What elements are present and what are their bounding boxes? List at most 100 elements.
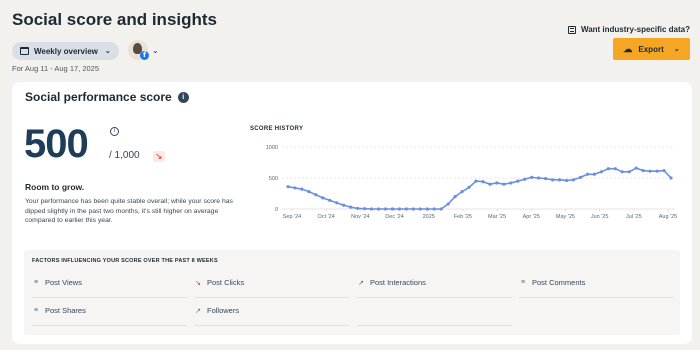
data-point <box>356 206 360 210</box>
data-point <box>537 176 541 180</box>
period-dropdown[interactable]: Weekly overview ⌄ <box>12 42 119 60</box>
data-point <box>321 196 325 200</box>
trend-up-icon: ↗ <box>195 307 201 315</box>
date-range: For Aug 11 - Aug 17, 2025 <box>12 64 100 73</box>
data-point <box>342 203 346 207</box>
data-point <box>648 169 652 173</box>
data-point <box>571 178 576 182</box>
export-label: Export <box>638 44 664 54</box>
x-tick-label: Oct '24 <box>318 214 335 220</box>
calendar-icon <box>20 47 29 55</box>
data-point <box>495 181 499 185</box>
divider <box>357 325 512 326</box>
divider <box>519 297 674 298</box>
equal-icon: ≡ <box>33 307 39 314</box>
profile-selector[interactable]: f ⌄ <box>128 40 159 60</box>
factor-post-shares: ≡ Post Shares <box>32 306 86 315</box>
score-value: 500 <box>24 122 89 166</box>
data-point <box>369 207 374 211</box>
equal-icon: ≡ <box>520 279 526 286</box>
factor-label: Followers <box>207 306 240 315</box>
data-point <box>411 207 415 211</box>
chevron-down-icon: ⌄ <box>104 48 111 55</box>
data-point <box>404 207 408 211</box>
data-point <box>544 177 548 181</box>
y-tick-label: 500 <box>269 176 278 182</box>
divider <box>194 325 349 326</box>
data-point <box>662 168 666 173</box>
data-point <box>585 172 590 176</box>
card-title-text: Social performance score <box>25 90 172 104</box>
x-tick-label: Mar '25 <box>488 214 506 220</box>
data-point <box>460 190 464 194</box>
data-point <box>446 202 450 206</box>
factors-panel: FACTORS INFLUENCING YOUR SCORE OVER THE … <box>24 250 680 335</box>
data-point <box>669 176 673 180</box>
data-point <box>627 170 631 174</box>
data-point <box>328 198 332 202</box>
chart-title: SCORE HISTORY <box>250 126 304 132</box>
facebook-icon: f <box>140 51 149 60</box>
score-line <box>287 167 672 210</box>
data-point <box>557 178 562 182</box>
chevron-down-icon: ⌄ <box>152 45 159 55</box>
score-info-icon[interactable]: i <box>110 127 119 136</box>
data-point <box>453 195 457 199</box>
data-point <box>425 207 429 211</box>
data-point <box>530 175 534 179</box>
factor-followers: ↗ Followers <box>194 306 239 315</box>
industry-data-link[interactable]: Want industry-specific data? <box>567 25 690 34</box>
data-point <box>474 179 478 183</box>
factor-post-comments: ≡ Post Comments <box>519 278 585 287</box>
data-point <box>467 185 471 189</box>
data-point <box>509 181 513 185</box>
data-point <box>620 170 624 174</box>
factor-label: Post Clicks <box>207 278 245 287</box>
data-point <box>293 186 297 190</box>
score-heading: Room to grow. <box>25 182 85 192</box>
x-tick-label: Jun '25 <box>591 214 609 220</box>
data-point <box>613 167 617 171</box>
data-point <box>592 172 596 176</box>
factor-label: Post Interactions <box>370 278 426 287</box>
export-button[interactable]: ☁ Export ⌄ <box>613 38 690 60</box>
factor-post-interactions: ↗ Post Interactions <box>357 278 426 287</box>
data-point <box>439 207 443 211</box>
info-icon[interactable]: i <box>177 91 189 103</box>
data-point <box>564 178 569 183</box>
data-point <box>383 207 388 211</box>
x-tick-label: May '25 <box>556 214 575 220</box>
factor-label: Post Views <box>45 278 82 287</box>
factors-title: FACTORS INFLUENCING YOUR SCORE OVER THE … <box>32 258 218 264</box>
data-point <box>307 190 311 194</box>
score-card: Social performance score i 500 i / 1,000… <box>12 82 692 344</box>
chevron-down-icon: ⌄ <box>673 46 680 53</box>
data-point <box>286 185 290 189</box>
page-title: Social score and insights <box>12 10 218 29</box>
x-tick-label: 2025 <box>423 214 435 220</box>
industry-link-label: Want industry-specific data? <box>580 25 690 34</box>
trend-up-icon: ↗ <box>358 279 364 287</box>
data-point <box>349 205 353 209</box>
trend-down-icon: ↘ <box>195 279 201 287</box>
factor-post-views: ≡ Post Views <box>32 278 82 287</box>
data-point <box>599 170 603 174</box>
x-tick-label: Aug '25 <box>659 214 677 220</box>
x-tick-label: Apr '25 <box>523 214 540 220</box>
y-tick-label: 1000 <box>266 145 278 151</box>
factor-label: Post Shares <box>45 306 86 315</box>
data-point <box>432 207 436 211</box>
data-point <box>363 207 367 211</box>
data-point <box>641 168 645 173</box>
trend-down-icon: ↘ <box>153 151 165 162</box>
divider <box>194 297 349 298</box>
factor-post-clicks: ↘ Post Clicks <box>194 278 244 287</box>
data-point <box>523 177 527 181</box>
data-point <box>578 175 583 179</box>
data-point <box>314 193 318 197</box>
score-max: / 1,000 <box>109 150 140 161</box>
building-icon <box>567 25 576 34</box>
data-point <box>655 169 659 173</box>
factor-label: Post Comments <box>532 278 586 287</box>
card-title: Social performance score i <box>25 90 189 104</box>
